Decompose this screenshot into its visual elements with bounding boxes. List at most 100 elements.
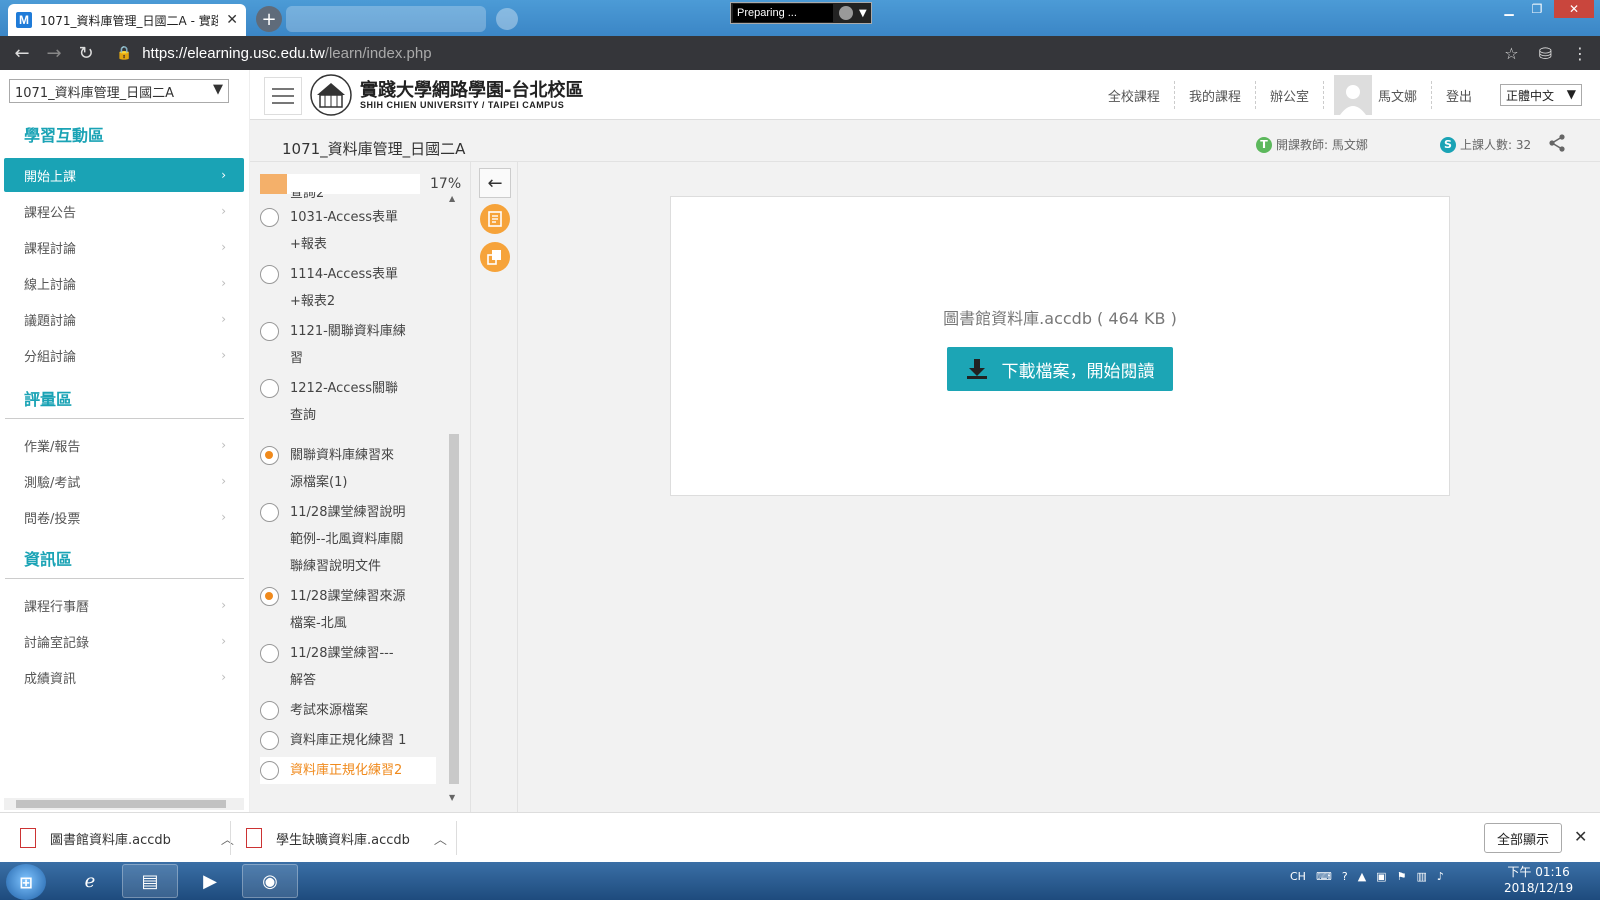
sidebar-item-group-discussion[interactable]: 分組討論 › [4, 338, 244, 372]
section-title-info: 資訊區 [24, 550, 73, 569]
sidebar-item-course-discussion[interactable]: 課程討論 › [4, 230, 244, 264]
lesson-item[interactable]: 1212-Access關聯 查詢 [260, 375, 440, 429]
new-tab-button[interactable]: + [256, 6, 282, 32]
incognito-icon[interactable]: ⛁ [1539, 44, 1552, 63]
window-close-icon[interactable]: ✕ [1554, 0, 1594, 18]
logout-link[interactable]: 登出 [1432, 81, 1486, 109]
sidebar-item-room-records[interactable]: 討論室記錄 › [4, 624, 244, 658]
bookmark-star-icon[interactable]: ☆ [1504, 44, 1518, 63]
tab-media-icon[interactable] [496, 8, 518, 30]
lesson-item-label: 解答 [290, 673, 317, 688]
user-name[interactable]: 馬文娜 [1372, 81, 1432, 109]
share-icon[interactable] [1548, 134, 1566, 156]
scrollbar-thumb[interactable] [16, 800, 226, 808]
nav-my-courses[interactable]: 我的課程 [1175, 81, 1256, 109]
sidebar-item-homework[interactable]: 作業/報告 › [4, 428, 244, 462]
lesson-item[interactable]: 1114-Access表單 +報表2 [260, 261, 440, 315]
lesson-item-label: 1031-Access表單 [290, 210, 398, 225]
sidebar-item-start-class[interactable]: 開始上課 › [4, 158, 244, 192]
chevron-right-icon: › [221, 670, 226, 684]
chevron-right-icon: › [221, 438, 226, 452]
progress-empty-icon [260, 265, 279, 284]
reload-icon[interactable]: ↻ [70, 43, 102, 64]
windows-logo-icon: ⊞ [19, 872, 33, 892]
download-icon [966, 359, 987, 379]
help-icon[interactable]: ? [1342, 870, 1348, 883]
sidebar-horizontal-scrollbar[interactable] [4, 798, 244, 810]
restore-icon[interactable]: ❐ [1524, 0, 1550, 18]
nav-all-courses[interactable]: 全校課程 [1094, 81, 1175, 109]
lesson-item[interactable]: 11/28課堂練習--- 解答 [260, 640, 440, 694]
close-download-shelf-icon[interactable]: ✕ [1574, 827, 1587, 846]
lesson-item[interactable]: 1031-Access表單 +報表 [260, 204, 440, 258]
notes-button[interactable] [480, 204, 510, 234]
tree-vertical-scrollbar[interactable]: ▲ ▼ [446, 192, 460, 804]
download-item[interactable]: 學生缺曠資料庫.accdb ︿ [246, 813, 447, 863]
lesson-item[interactable]: 資料庫正規化練習2 [260, 757, 436, 784]
scroll-down-icon[interactable]: ▼ [449, 793, 455, 802]
sidebar-item-grades[interactable]: 成績資訊 › [4, 660, 244, 694]
lesson-item[interactable]: 關聯資料庫練習來 源檔案(1) [260, 442, 440, 496]
lesson-item[interactable]: 資料庫正規化練習 1 [260, 727, 440, 754]
chevron-up-tray-icon[interactable]: ▲ [1358, 870, 1366, 883]
chrome-icon[interactable]: ◉ [242, 864, 298, 898]
lock-icon: 🔒 [116, 45, 133, 61]
chevron-right-icon: › [221, 204, 226, 218]
sidebar-item-topic-discussion[interactable]: 議題討論 › [4, 302, 244, 336]
sidebar-item-announcements[interactable]: 課程公告 › [4, 194, 244, 228]
url-path: /learn/index.php [324, 44, 432, 62]
lesson-item[interactable]: 11/28課堂練習來源 檔案-北風 [260, 583, 440, 637]
school-name-english: SHIH CHIEN UNIVERSITY / TAIPEI CAMPUS [360, 100, 565, 110]
pdf-tray-icon[interactable]: ▣ [1376, 870, 1386, 883]
section-title-learning: 學習互動區 [24, 126, 105, 145]
scrollbar-thumb[interactable] [449, 434, 459, 784]
lesson-item[interactable]: 11/28課堂練習說明 範例--北風資料庫關 聯練習說明文件 [260, 499, 440, 580]
start-button[interactable]: ⊞ [6, 864, 46, 900]
chevron-right-icon: › [221, 474, 226, 488]
nav-office[interactable]: 辦公室 [1256, 81, 1324, 109]
flag-icon[interactable]: ⚑ [1397, 870, 1407, 883]
sidebar-item-calendar[interactable]: 課程行事曆 › [4, 588, 244, 622]
avatar[interactable] [1333, 75, 1372, 115]
scroll-up-icon[interactable]: ▲ [449, 194, 455, 203]
browser-title-bar: M 1071_資料庫管理_日國二A - 實踐 ✕ + Preparing ...… [0, 0, 1600, 36]
volume-icon[interactable]: ♪ [1437, 870, 1444, 883]
url-field[interactable]: https://elearning.usc.edu.tw/learn/index… [142, 45, 431, 62]
tab-close-icon[interactable]: ✕ [226, 12, 238, 28]
chevron-up-icon[interactable]: ︿ [434, 829, 447, 848]
system-clock[interactable]: 下午 01:16 2018/12/19 [1504, 864, 1573, 896]
back-arrow-icon[interactable]: ← [6, 43, 38, 64]
chevron-up-icon[interactable]: ︿ [221, 829, 234, 848]
download-item[interactable]: 圖書館資料庫.accdb ︿ [20, 813, 234, 863]
kebab-menu-icon[interactable]: ⋮ [1572, 44, 1588, 63]
minimize-icon[interactable]: ▁ [1496, 0, 1522, 18]
caret-down-icon[interactable]: ▼ [859, 8, 867, 19]
network-icon[interactable]: ▥ [1416, 870, 1426, 883]
keyboard-icon[interactable]: ⌨ [1316, 870, 1332, 883]
ie-icon[interactable]: ℯ [62, 864, 118, 898]
url-host: https://elearning.usc.edu.tw [142, 44, 325, 62]
browser-tab-active[interactable]: M 1071_資料庫管理_日國二A - 實踐 ✕ [8, 4, 246, 36]
input-language[interactable]: CH [1290, 870, 1306, 883]
lesson-item[interactable]: 考試來源檔案 [260, 697, 440, 724]
forward-arrow-icon[interactable]: → [38, 43, 70, 64]
collapse-tree-button[interactable]: ← [479, 168, 511, 198]
hamburger-menu-button[interactable] [264, 77, 302, 115]
download-status-widget[interactable]: Preparing ... ▼ [730, 2, 872, 24]
progress-empty-icon [260, 701, 279, 720]
tool-column: ← [470, 162, 518, 812]
sidebar-item-survey[interactable]: 問卷/投票 › [4, 500, 244, 534]
course-select-value: 1071_資料庫管理_日國二A [15, 86, 174, 101]
course-select[interactable]: 1071_資料庫管理_日國二A ▼ [9, 79, 229, 103]
lesson-item[interactable]: 1121-關聯資料庫練習 [260, 318, 440, 372]
add-item-button[interactable] [480, 242, 510, 272]
media-player-icon[interactable]: ▶ [182, 864, 238, 898]
download-button[interactable]: 下載檔案，開始閱讀 [947, 347, 1173, 391]
sidebar-item-online-discussion[interactable]: 線上討論 › [4, 266, 244, 300]
explorer-folder-icon[interactable]: ▤ [122, 864, 178, 898]
clock-time: 下午 01:16 [1507, 865, 1570, 879]
browser-tab-background[interactable] [286, 6, 486, 32]
language-select[interactable]: 正體中文 ▼ [1500, 84, 1582, 106]
show-all-downloads-button[interactable]: 全部顯示 [1484, 823, 1562, 853]
sidebar-item-exam[interactable]: 測驗/考試 › [4, 464, 244, 498]
